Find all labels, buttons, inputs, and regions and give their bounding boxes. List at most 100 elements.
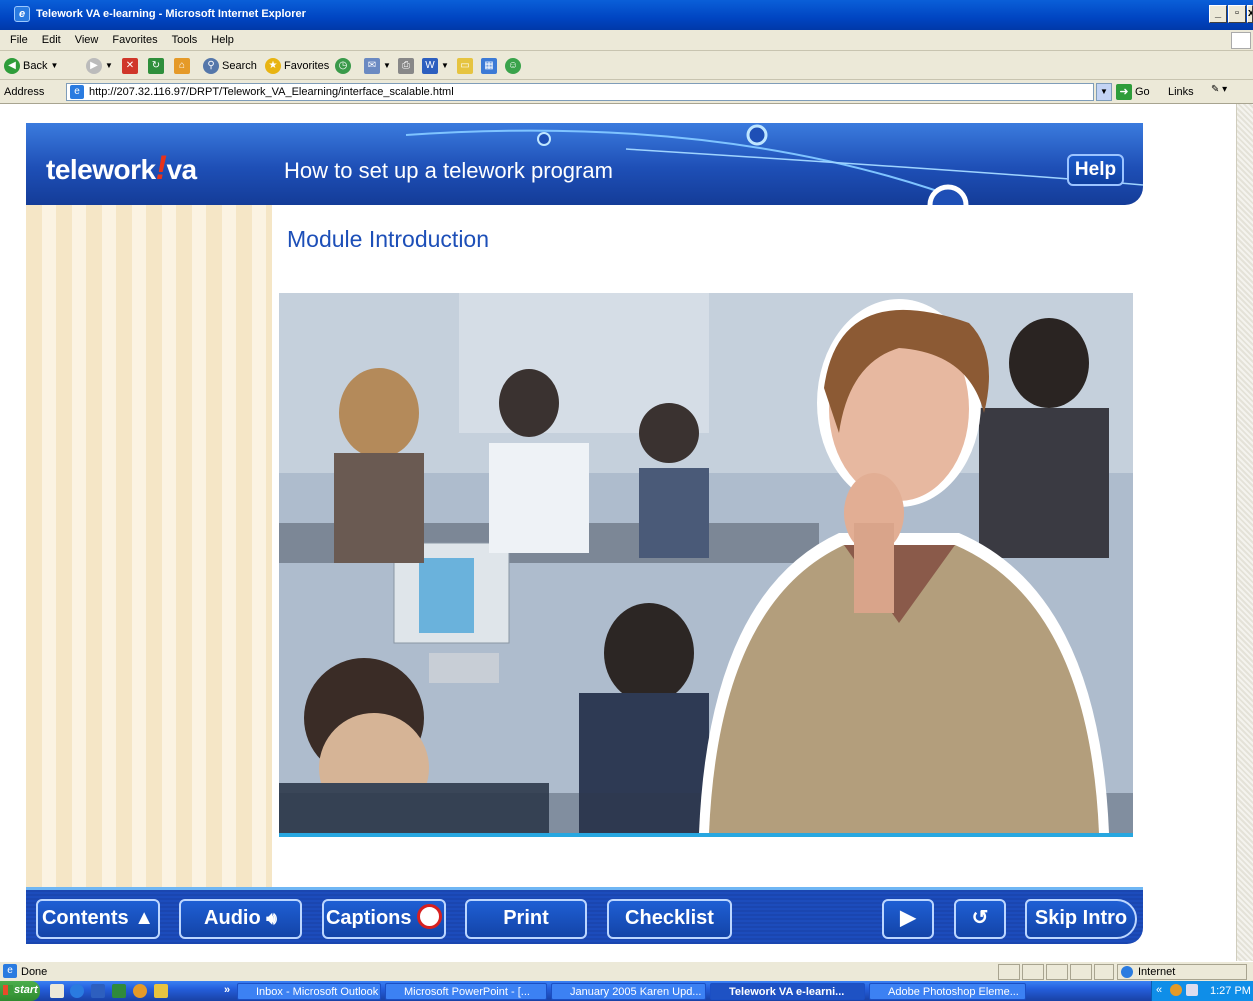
status-pane-2 [1022, 964, 1044, 980]
menu-help[interactable]: Help [204, 30, 241, 50]
taskbar-item-outlook[interactable]: Inbox - Microsoft Outlook [237, 983, 381, 1000]
captions-button[interactable]: Captions [322, 899, 446, 939]
tray-outlook-icon[interactable] [1170, 984, 1182, 996]
status-pane-1 [998, 964, 1020, 980]
stop-button[interactable]: ✕ [122, 57, 138, 75]
standard-toolbar: ◀ Back ▼ ▶ ▼ ✕ ↻ ⌂ ⚲ Search ★ Favorites … [0, 51, 1253, 80]
logo-exclamation: ! [155, 149, 167, 187]
quicklaunch-folder-icon[interactable] [154, 984, 168, 998]
replay-button[interactable]: ↺ [954, 899, 1006, 939]
play-button[interactable]: ▶ [882, 899, 934, 939]
go-button[interactable]: ➜ Go [1116, 84, 1150, 100]
captions-off-icon [417, 904, 443, 930]
go-arrow-icon: ➜ [1116, 84, 1132, 100]
print-button[interactable]: ⎙ [398, 57, 414, 75]
windows-flag-icon [3, 985, 13, 995]
play-icon: ▶ [900, 907, 916, 929]
office-scene-illustration [279, 293, 1133, 833]
history-button[interactable]: ◷ [335, 57, 351, 75]
tray-clock[interactable]: 1:27 PM [1210, 985, 1251, 997]
status-text: Done [21, 966, 48, 978]
go-label: Go [1135, 86, 1150, 98]
quicklaunch-overflow-chevron[interactable]: » [224, 984, 230, 996]
intro-photo [279, 293, 1133, 837]
address-label: Address [4, 86, 45, 98]
home-button[interactable]: ⌂ [174, 57, 190, 75]
audio-label: Audio [204, 907, 261, 929]
research-icon: ▦ [481, 58, 497, 74]
taskbar-item-photoshop-label: Adobe Photoshop Eleme... [888, 986, 1019, 998]
maximize-button[interactable]: ▫ [1228, 5, 1246, 23]
window-title-bar[interactable]: e Telework VA e-learning - Microsoft Int… [0, 0, 1253, 30]
taskbar-item-word[interactable]: January 2005 Karen Upd... [551, 983, 706, 1000]
course-title: How to set up a telework program [284, 158, 613, 183]
quicklaunch-word-icon[interactable] [91, 984, 105, 998]
search-icon: ⚲ [203, 58, 219, 74]
mail-button[interactable]: ✉ ▼ [364, 57, 391, 75]
research-button[interactable]: ▦ [481, 57, 497, 75]
discuss-icon: ▭ [457, 58, 473, 74]
quicklaunch-excel-icon[interactable] [112, 984, 126, 998]
contents-button[interactable]: Contents ▲ [36, 899, 160, 939]
contents-label: Contents ▲ [41, 907, 154, 929]
messenger-icon: ☺ [505, 58, 521, 74]
menu-view[interactable]: View [68, 30, 106, 50]
vertical-scrollbar[interactable] [1236, 104, 1253, 961]
refresh-icon: ↻ [148, 58, 164, 74]
menu-tools[interactable]: Tools [165, 30, 205, 50]
speaker-icon: 🔊︎ [266, 909, 277, 928]
system-tray: « 1:27 PM [1151, 981, 1253, 1001]
logo-text-telework: telework [46, 154, 156, 185]
tray-device-icon[interactable] [1186, 984, 1198, 996]
forward-arrow-icon: ▶ [86, 58, 102, 74]
taskbar-item-word-label: January 2005 Karen Upd... [570, 986, 702, 998]
start-label: start [14, 984, 38, 996]
address-dropdown-button[interactable]: ▼ [1096, 83, 1112, 101]
discuss-button[interactable]: ▭ [457, 57, 473, 75]
search-button[interactable]: ⚲ Search [203, 57, 257, 75]
show-desktop-icon[interactable] [50, 984, 64, 998]
print-icon: ⎙ [398, 58, 414, 74]
window-title: Telework VA e-learning - Microsoft Inter… [36, 8, 306, 20]
start-button[interactable]: start [0, 981, 40, 1001]
help-button[interactable]: Help [1067, 154, 1124, 186]
messenger-button[interactable]: ☺ [505, 57, 521, 75]
home-icon: ⌂ [174, 58, 190, 74]
zone-text: Internet [1138, 966, 1176, 978]
print-version-button[interactable]: Print Version [465, 899, 587, 961]
windows-logo-icon [1231, 32, 1251, 49]
course-navigation-bar: Contents ▲ Audio 🔊︎ Captions Print Versi… [26, 887, 1143, 961]
quicklaunch-outlook-icon[interactable] [133, 984, 147, 998]
taskbar-item-ie[interactable]: Telework VA e-learni... [710, 983, 865, 1000]
checklist-label: Checklist [625, 907, 714, 929]
toolbar-extension-icon[interactable]: ✎ ▾ [1211, 84, 1239, 100]
edit-button[interactable]: W ▼ [422, 57, 449, 75]
skip-intro-button[interactable]: Skip Intro [1025, 899, 1137, 939]
back-arrow-icon: ◀ [4, 58, 20, 74]
menu-bar: File Edit View Favorites Tools Help [0, 30, 1253, 51]
back-button[interactable]: ◀ Back ▼ [4, 57, 58, 75]
ie-app-icon: e [14, 6, 30, 22]
forward-button[interactable]: ▶ ▼ [86, 57, 113, 75]
course-header: telework!va How to set up a telework pro… [26, 123, 1143, 205]
taskbar-item-photoshop[interactable]: Adobe Photoshop Eleme... [869, 983, 1026, 1000]
address-input[interactable]: e http://207.32.116.97/DRPT/Telework_VA_… [66, 83, 1094, 101]
taskbar-item-powerpoint[interactable]: Microsoft PowerPoint - [... [385, 983, 547, 1000]
refresh-button[interactable]: ↻ [148, 57, 164, 75]
mail-icon: ✉ [364, 58, 380, 74]
tray-expand-chevron[interactable]: « [1156, 984, 1162, 996]
taskbar-item-ie-label: Telework VA e-learni... [729, 986, 845, 998]
status-pane-4 [1070, 964, 1092, 980]
menu-file[interactable]: File [3, 30, 35, 50]
checklist-button[interactable]: Checklist [607, 899, 732, 939]
minimize-button[interactable]: _ [1209, 5, 1227, 23]
stop-icon: ✕ [122, 58, 138, 74]
close-button[interactable]: x [1247, 5, 1253, 23]
links-button[interactable]: Links [1168, 86, 1194, 98]
replay-icon: ↺ [971, 907, 989, 929]
menu-edit[interactable]: Edit [35, 30, 68, 50]
menu-favorites[interactable]: Favorites [105, 30, 164, 50]
favorites-button[interactable]: ★ Favorites [265, 57, 329, 75]
quicklaunch-ie-icon[interactable] [70, 984, 84, 998]
audio-button[interactable]: Audio 🔊︎ [179, 899, 302, 939]
